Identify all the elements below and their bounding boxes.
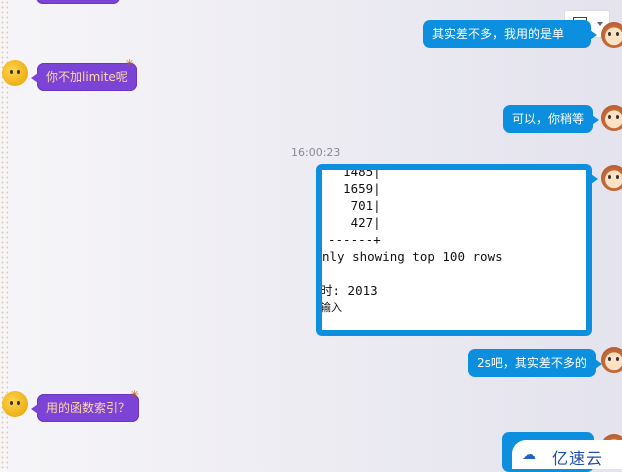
watermark-logo: ☁ 亿速云 [512, 440, 622, 469]
message-text: 其实差不多，我用的是单 [432, 27, 565, 41]
message-text: 你不加limite呢 [46, 70, 128, 84]
message-bubble: 2s吧，其实差不多的 [468, 349, 602, 377]
message-timestamp: 16:00:23 [291, 146, 341, 159]
avatar [601, 165, 622, 191]
avatar [601, 105, 622, 131]
screenshot-line: 701| [328, 198, 381, 213]
image-message[interactable]: 1485| 1659| 701| 427| ------+ nly showin… [316, 164, 598, 336]
avatar [2, 391, 28, 417]
avatar [2, 60, 28, 86]
message-text: 2s吧，其实差不多的 [477, 356, 587, 370]
screenshot-line: 427| [328, 215, 381, 230]
cloud-icon: ☁ [522, 447, 536, 463]
message-bubble: 可以，你稍等 [503, 105, 600, 133]
screenshot-line: 1659| [328, 181, 381, 196]
watermark-text: 亿速云 [552, 449, 604, 468]
avatar [601, 22, 622, 48]
screenshot-line: 1485| [328, 170, 381, 179]
message-text: 用的函数索引？ [46, 401, 131, 415]
cut-off-bubble [36, 0, 120, 4]
screenshot-line: nly showing top 100 rows [322, 249, 503, 264]
sparkle-icon: ✳ [130, 388, 140, 401]
screenshot-line: ------+ [328, 232, 381, 247]
message-bubble: 用的函数索引？ [30, 394, 140, 422]
terminal-screenshot: 1485| 1659| 701| 427| ------+ nly showin… [322, 170, 586, 330]
sparkle-icon: ✳ [125, 57, 135, 70]
avatar [601, 347, 622, 373]
message-text: 可以，你稍等 [512, 112, 585, 126]
chevron-down-icon [597, 22, 603, 26]
screenshot-line: 输入 [322, 301, 342, 314]
screenshot-line: 时: 2013 [322, 283, 378, 298]
message-bubble: 你不加limite呢 [31, 63, 137, 91]
message-bubble: 其实差不多，我用的是单 [423, 20, 597, 48]
